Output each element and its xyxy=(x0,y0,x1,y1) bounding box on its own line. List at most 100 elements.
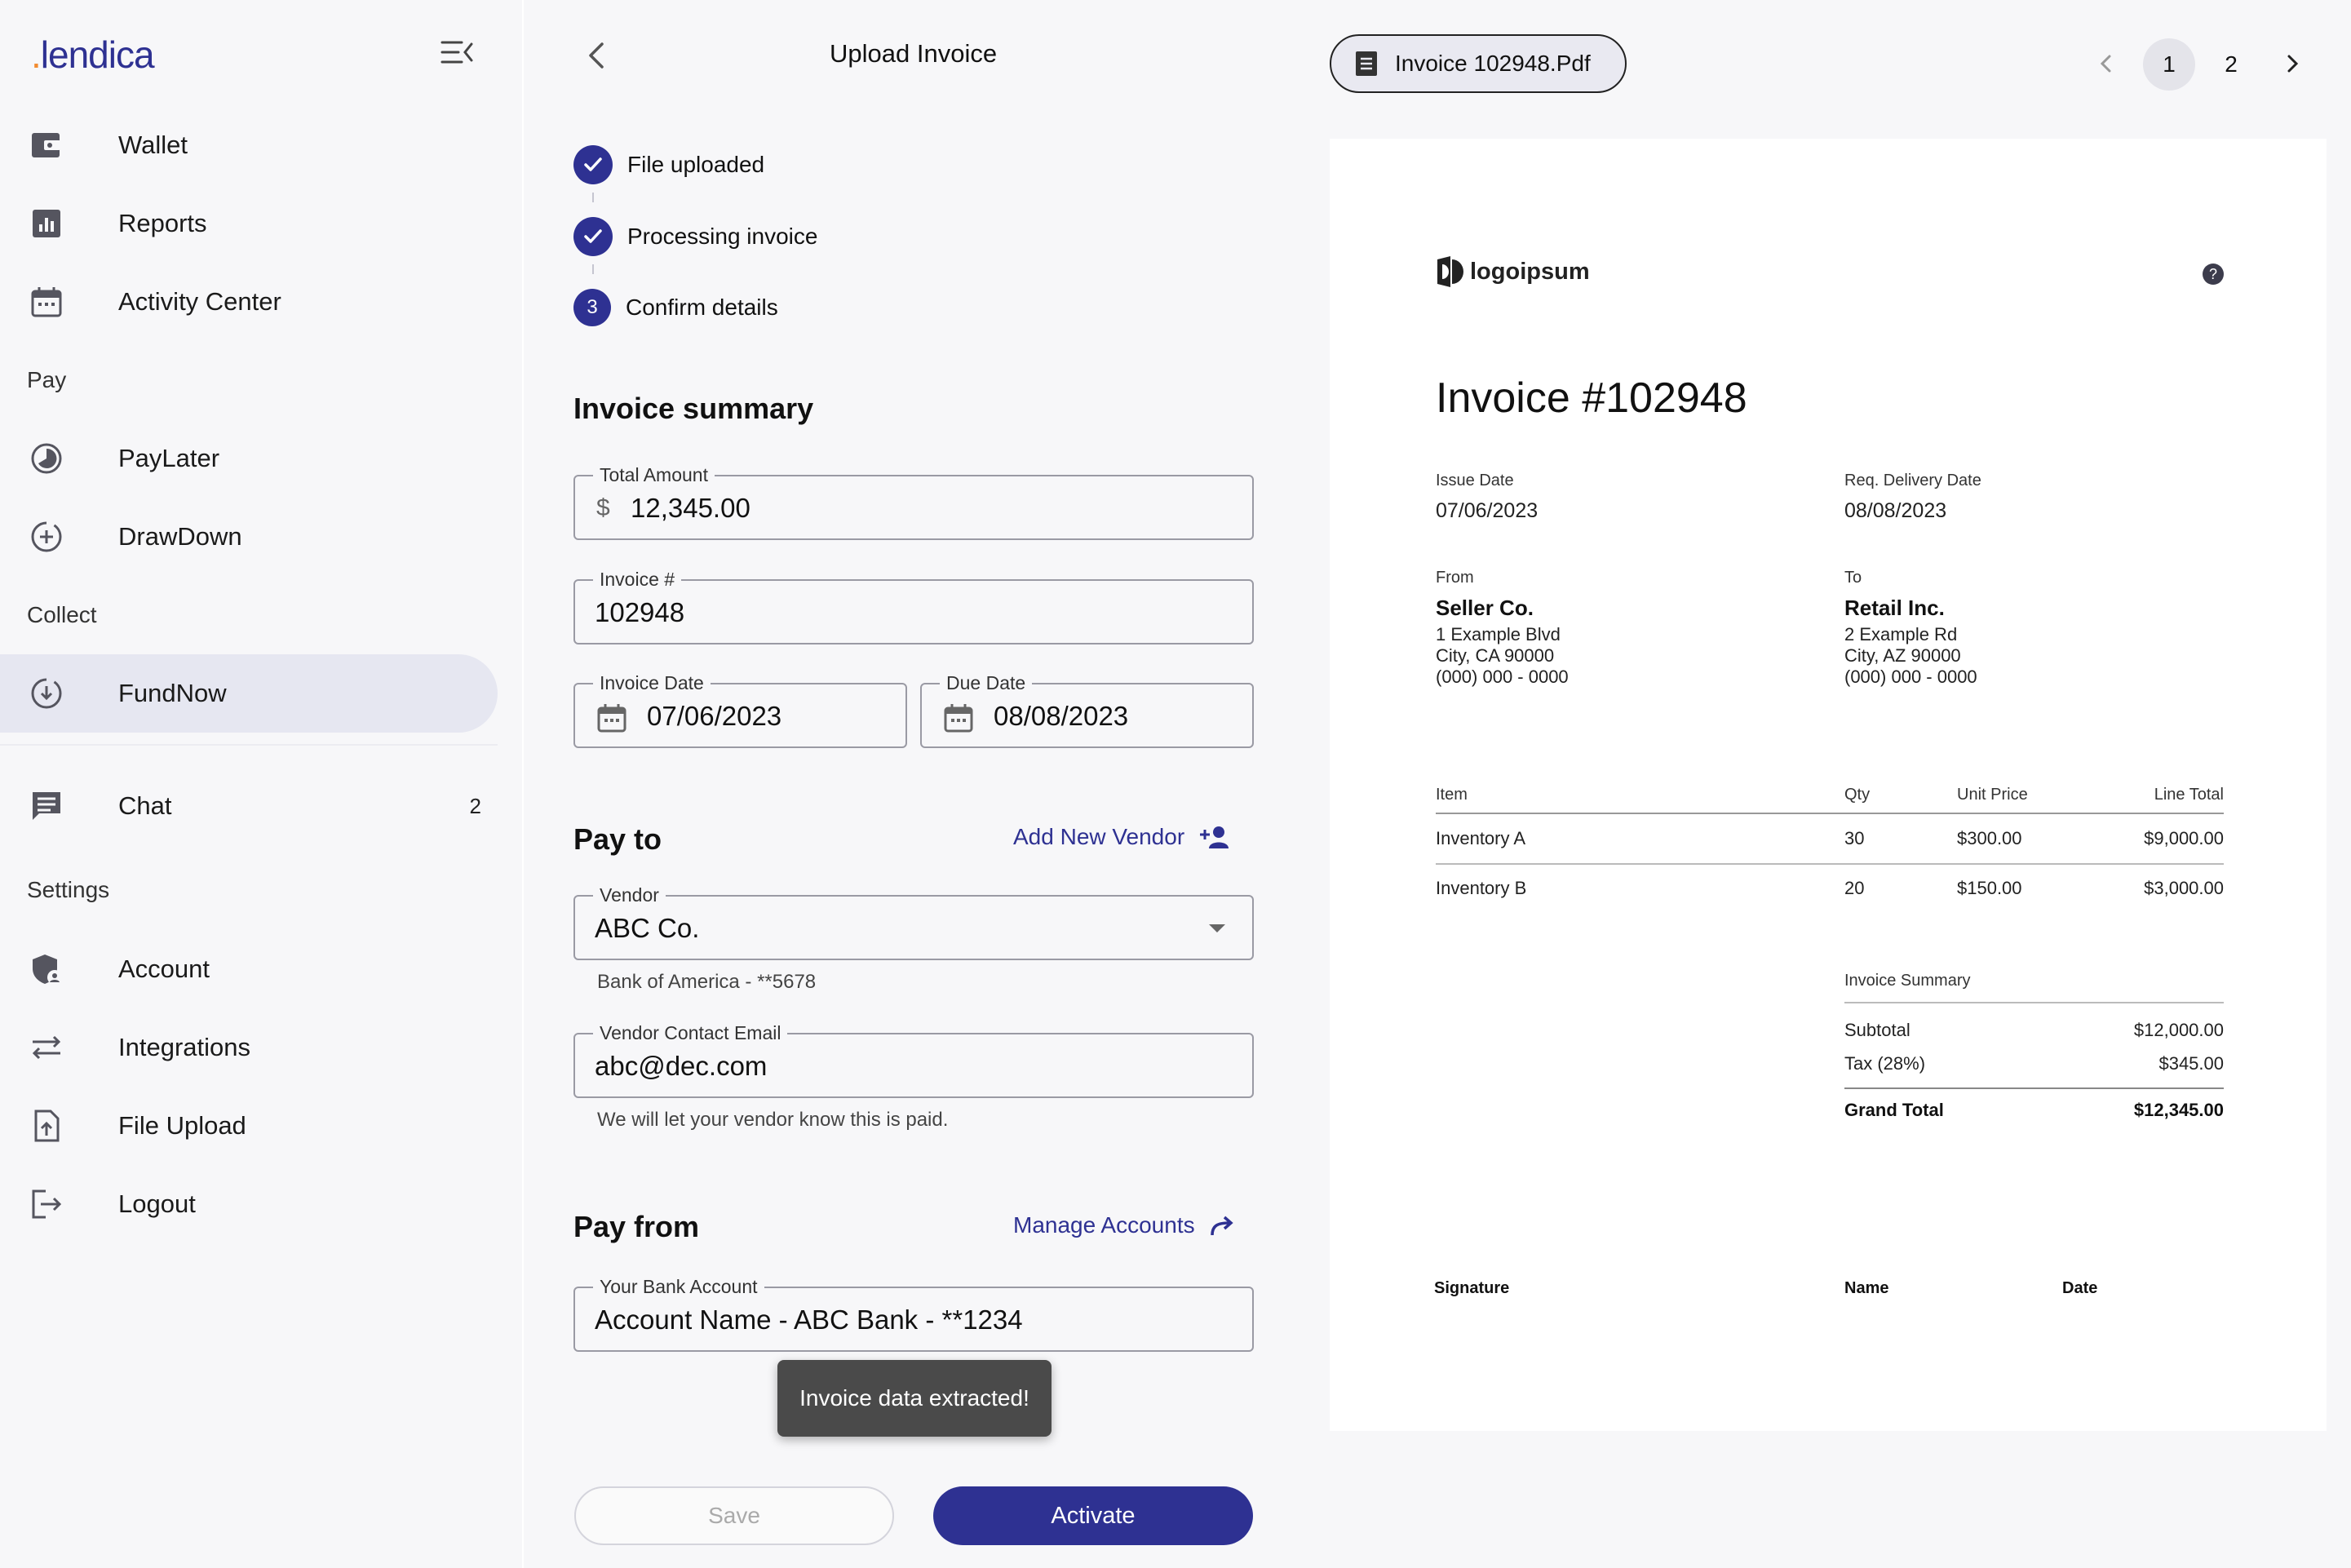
sidebar-item-activity-center[interactable]: Activity Center xyxy=(0,263,498,341)
collapse-menu-icon[interactable] xyxy=(441,38,475,67)
section-label-pay: Pay xyxy=(27,367,67,392)
step-file-uploaded: File uploaded xyxy=(573,145,764,184)
add-circle-icon xyxy=(31,521,62,552)
toast-notification: Invoice data extracted! xyxy=(777,1360,1052,1437)
sidebar-item-paylater[interactable]: PayLater xyxy=(0,419,498,498)
dropdown-arrow-icon xyxy=(1209,924,1225,932)
vendor-email-value: abc@dec.com xyxy=(595,1051,768,1081)
from-address-2: City, CA 90000 xyxy=(1436,645,1555,666)
due-date-label: Due Date xyxy=(940,672,1033,693)
col-header-item: Item xyxy=(1436,786,1468,804)
vendor-select[interactable]: Vendor ABC Co. xyxy=(573,884,1254,960)
delivery-date-label: Req. Delivery Date xyxy=(1844,472,1981,489)
row-item: Inventory B xyxy=(1436,878,1527,898)
row-item: Inventory A xyxy=(1436,828,1526,848)
table-row-rule xyxy=(1436,863,2224,865)
vendor-email-label: Vendor Contact Email xyxy=(593,1022,788,1043)
calendar-icon xyxy=(31,287,62,317)
add-new-vendor-button[interactable]: Add New Vendor xyxy=(1013,824,1230,850)
invoice-date-value: 07/06/2023 xyxy=(647,701,782,731)
wallet-icon xyxy=(32,133,60,157)
bank-account-label: Your Bank Account xyxy=(593,1276,764,1297)
save-button[interactable]: Save xyxy=(574,1486,894,1545)
name-label: Name xyxy=(1844,1279,1889,1297)
help-icon[interactable]: ? xyxy=(2203,264,2224,285)
check-icon xyxy=(573,217,613,256)
table-header-rule xyxy=(1436,813,2224,814)
download-circle-icon xyxy=(31,678,62,709)
total-amount-field[interactable]: Total Amount $ 12,345.00 xyxy=(573,464,1254,540)
vendor-email-field[interactable]: Vendor Contact Email abc@dec.com xyxy=(573,1022,1254,1098)
sidebar: .lendica Wallet Reports Activity Center … xyxy=(0,0,522,1568)
prev-page-icon[interactable] xyxy=(2092,49,2121,78)
add-new-vendor-label: Add New Vendor xyxy=(1013,824,1185,849)
step-confirm-details: 3 Confirm details xyxy=(573,289,778,326)
date-label: Date xyxy=(2062,1279,2098,1297)
row-line-total: $9,000.00 xyxy=(2144,828,2224,848)
step-connector xyxy=(592,193,594,202)
vendor-bank-info: Bank of America - **5678 xyxy=(597,971,817,993)
calendar-icon[interactable] xyxy=(596,702,627,733)
sidebar-item-chat[interactable]: Chat 2 xyxy=(0,767,498,845)
sidebar-divider xyxy=(0,744,498,746)
invoice-date-label: Invoice Date xyxy=(593,672,711,693)
bank-account-field[interactable]: Your Bank Account Account Name - ABC Ban… xyxy=(573,1276,1254,1352)
to-name: Retail Inc. xyxy=(1844,596,1945,620)
shield-user-icon xyxy=(33,955,62,985)
sidebar-item-logout[interactable]: Logout xyxy=(0,1165,498,1243)
back-arrow-icon[interactable] xyxy=(579,38,615,73)
from-name: Seller Co. xyxy=(1436,596,1534,620)
tax-label: Tax (28%) xyxy=(1844,1053,1926,1074)
manage-accounts-button[interactable]: Manage Accounts xyxy=(1013,1212,1236,1238)
sidebar-item-reports[interactable]: Reports xyxy=(0,184,498,263)
sidebar-item-file-upload[interactable]: File Upload xyxy=(0,1087,498,1165)
manage-accounts-label: Manage Accounts xyxy=(1013,1212,1195,1238)
clock-pie-icon xyxy=(31,443,62,474)
next-page-icon[interactable] xyxy=(2278,49,2307,78)
col-header-unit-price: Unit Price xyxy=(1957,786,2028,804)
sidebar-item-drawdown[interactable]: DrawDown xyxy=(0,498,498,576)
to-phone: (000) 000 - 0000 xyxy=(1844,667,1977,687)
activate-button[interactable]: Activate xyxy=(933,1486,1253,1545)
sidebar-item-account[interactable]: Account xyxy=(0,930,498,1008)
logoipsum-mark-icon xyxy=(1437,256,1463,287)
step-label: Confirm details xyxy=(626,295,778,320)
file-name-chip[interactable]: Invoice 102948.Pdf xyxy=(1330,34,1627,93)
logo-text: lendica xyxy=(40,33,155,76)
page-title: Upload Invoice xyxy=(830,39,998,68)
issue-date-value: 07/06/2023 xyxy=(1436,499,1539,522)
logo-wordmark: logoipsum xyxy=(1470,258,1590,285)
from-phone: (000) 000 - 0000 xyxy=(1436,667,1569,687)
grand-total-label: Grand Total xyxy=(1844,1100,1944,1120)
invoice-logo: logoipsum xyxy=(1436,255,1590,289)
sidebar-item-label: Account xyxy=(118,955,210,983)
page-1-button[interactable]: 1 xyxy=(2143,38,2195,91)
subtotal-value: $12,000.00 xyxy=(2133,1020,2224,1040)
bank-account-value: Account Name - ABC Bank - **1234 xyxy=(595,1304,1023,1335)
subtotal-label: Subtotal xyxy=(1844,1020,1910,1040)
sidebar-item-label: FundNow xyxy=(118,679,227,707)
issue-date-label: Issue Date xyxy=(1436,472,1514,489)
step-label: Processing invoice xyxy=(627,224,818,249)
page-2-button[interactable]: 2 xyxy=(2205,38,2257,91)
delivery-date-value: 08/08/2023 xyxy=(1844,499,1947,522)
share-arrow-icon xyxy=(1210,1216,1233,1236)
invoice-number-field[interactable]: Invoice # 102948 xyxy=(573,569,1254,644)
due-date-value: 08/08/2023 xyxy=(994,701,1129,731)
lendica-logo[interactable]: .lendica xyxy=(31,33,155,77)
sidebar-item-integrations[interactable]: Integrations xyxy=(0,1008,498,1087)
invoice-summary-heading: Invoice summary xyxy=(573,392,814,425)
file-name: Invoice 102948.Pdf xyxy=(1395,51,1591,76)
due-date-field[interactable]: Due Date 08/08/2023 xyxy=(920,672,1254,748)
pay-to-heading: Pay to xyxy=(573,822,662,856)
row-unit-price: $150.00 xyxy=(1957,878,2022,898)
sidebar-item-fundnow[interactable]: FundNow xyxy=(0,654,498,733)
sidebar-item-label: Logout xyxy=(118,1189,196,1218)
check-icon xyxy=(573,145,613,184)
calendar-icon[interactable] xyxy=(943,702,974,733)
row-line-total: $3,000.00 xyxy=(2144,878,2224,898)
invoice-date-field[interactable]: Invoice Date 07/06/2023 xyxy=(573,672,907,748)
sidebar-item-wallet[interactable]: Wallet xyxy=(0,106,498,184)
tax-value: $345.00 xyxy=(2158,1053,2224,1074)
sidebar-item-label: Activity Center xyxy=(118,287,281,316)
